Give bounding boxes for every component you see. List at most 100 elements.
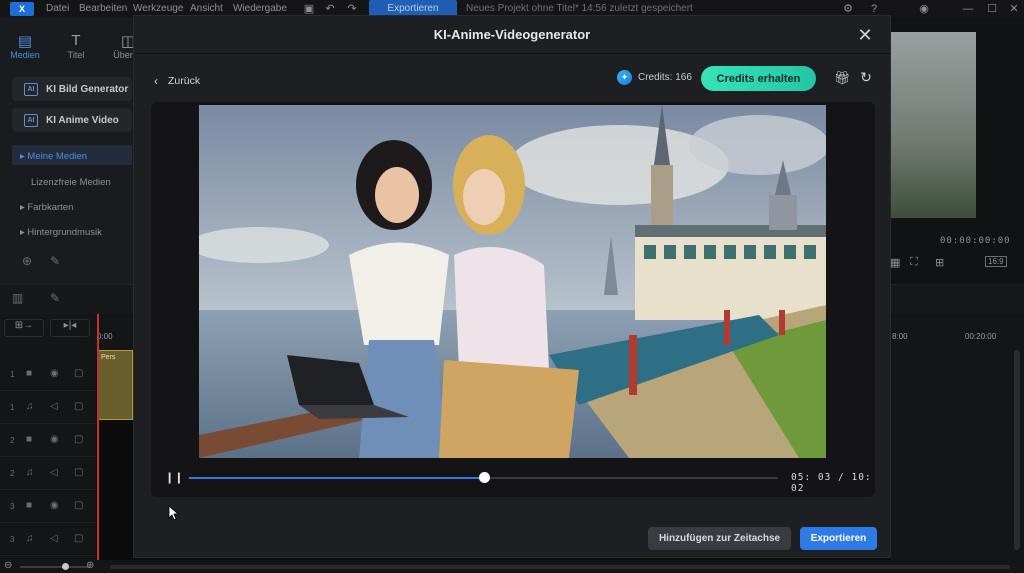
volume-icon[interactable]: ◁ <box>50 533 58 544</box>
split-icon[interactable]: ▥ <box>12 291 23 305</box>
window-close-icon[interactable]: ✕ <box>1008 3 1020 15</box>
title-icon[interactable]: T <box>65 32 87 50</box>
crop-icon[interactable]: ▦ <box>890 256 900 269</box>
get-credits-button[interactable]: Credits erhalten <box>701 66 816 91</box>
lock-icon[interactable]: ▢ <box>74 467 83 478</box>
track-number: 3 <box>10 502 15 511</box>
anime-scene-illustration <box>199 105 826 458</box>
menu-bearbeiten[interactable]: Bearbeiten <box>79 3 127 14</box>
help-icon[interactable]: ? <box>868 3 880 15</box>
background-music-label: Hintergrundmusik <box>27 227 102 238</box>
aspect-ratio-badge[interactable]: 16:9 <box>985 256 1007 267</box>
pause-icon[interactable]: ❙❙ <box>165 472 183 484</box>
media-item-my-media[interactable]: ▸ Meine Medien <box>20 151 87 162</box>
back-button[interactable]: ‹ Zurück <box>154 74 200 88</box>
ai-anime-video-label: KI Anime Video <box>46 114 119 126</box>
video-player: ❙❙ 05: 03 / 10: 02 <box>151 102 875 497</box>
audio-icon: ♫ <box>26 467 34 478</box>
ai-anime-video-button[interactable]: AI KI Anime Video <box>12 108 132 132</box>
volume-icon[interactable]: ◁ <box>50 467 58 478</box>
eye-icon[interactable]: ◉ <box>50 500 59 511</box>
eye-icon[interactable]: ◉ <box>50 434 59 445</box>
clip-label: Pers <box>101 354 116 361</box>
progress-fill <box>189 477 484 479</box>
timeline-clip[interactable]: Pers <box>97 350 133 420</box>
add-to-timeline-button[interactable]: Hinzufügen zur Zeitachse <box>648 527 791 550</box>
chevron-left-icon: ‹ <box>154 74 158 88</box>
menu-datei[interactable]: Datei <box>46 3 69 14</box>
timeline-tracks-right <box>891 350 1024 560</box>
project-name: Neues Projekt ohne Titel* <box>466 3 579 14</box>
menu-werkzeuge[interactable]: Werkzeuge <box>133 3 183 14</box>
anime-video-frame[interactable] <box>199 105 826 458</box>
mouse-cursor-icon <box>168 505 180 521</box>
close-icon[interactable]: ✕ <box>856 26 874 44</box>
gift-icon[interactable]: 🎁︎ <box>834 71 851 85</box>
lock-icon[interactable]: ▢ <box>74 434 83 445</box>
zoom-slider[interactable] <box>20 566 90 568</box>
media-item-royalty-free[interactable]: Lizenzfreie Medien <box>31 177 111 188</box>
credits-count: Credits: 166 <box>638 72 692 83</box>
maximize-icon[interactable]: ☐ <box>986 3 998 15</box>
video-icon: ■ <box>26 500 33 511</box>
eye-icon[interactable]: ◉ <box>50 368 59 379</box>
refresh-icon[interactable]: ↻ <box>859 70 873 84</box>
track-number: 1 <box>10 403 15 412</box>
progress-knob[interactable] <box>478 472 490 483</box>
video-icon: ■ <box>26 434 33 445</box>
lock-icon[interactable]: ▢ <box>74 500 83 511</box>
account-icon[interactable]: ◉ <box>918 3 930 15</box>
media-item-color-cards[interactable]: ▸ Farbkarten <box>20 202 73 213</box>
edit-icon[interactable]: ✎ <box>50 254 60 268</box>
timeline-start-time: 0:00 <box>97 332 113 341</box>
save-status: 14:56 zuletzt gespeichert <box>581 3 693 14</box>
media-item-background-music[interactable]: ▸ Hintergrundmusik <box>20 227 102 238</box>
ai-image-generator-label: KI Bild Generator <box>46 83 129 95</box>
lock-icon[interactable]: ▢ <box>74 533 83 544</box>
preview-timecode: 00:00:00:00 <box>940 236 1011 246</box>
snapshot-icon[interactable]: ⛶ <box>910 256 918 269</box>
audio-icon: ♫ <box>26 533 34 544</box>
media-icon[interactable]: ▤ <box>14 32 36 50</box>
undo-icon[interactable]: ↶ <box>324 3 336 15</box>
horizontal-scrollbar[interactable] <box>110 565 1010 569</box>
settings-icon[interactable]: ⚙ <box>842 3 854 15</box>
tab-media[interactable]: Medien <box>8 50 42 60</box>
app-logo: X <box>10 2 34 16</box>
credits-icon: ✦ <box>617 70 632 85</box>
timeline-tick: 00:20:00 <box>965 332 997 341</box>
volume-icon[interactable]: ◁ <box>50 401 58 412</box>
preview-thumbnail <box>891 32 976 218</box>
save-icon[interactable]: ▣ <box>303 3 315 15</box>
add-track-button[interactable]: ⊞→ <box>4 319 44 337</box>
menu-ansicht[interactable]: Ansicht <box>190 3 223 14</box>
fit-timeline-button[interactable]: ▸|◂ <box>50 319 90 337</box>
redo-icon[interactable]: ↷ <box>346 3 358 15</box>
track-number: 3 <box>10 535 15 544</box>
zoom-out-icon[interactable]: ⊖ <box>4 560 12 571</box>
track-row: 3 ♫ ◁ ▢ <box>0 523 96 556</box>
anime-video-generator-dialog: KI-Anime-Videogenerator ✕ ‹ Zurück ✦ Cre… <box>133 15 891 558</box>
lock-icon[interactable]: ▢ <box>74 401 83 412</box>
zoom-slider-knob[interactable] <box>62 563 69 570</box>
credits-display: ✦ Credits: 166 <box>617 70 692 85</box>
pen-icon[interactable]: ✎ <box>50 291 60 305</box>
track-row: 2 ♫ ◁ ▢ <box>0 457 96 490</box>
timeline-scrollbar[interactable] <box>1014 350 1020 550</box>
add-icon[interactable]: ⊕ <box>22 254 32 268</box>
timeline-tick: 8:00 <box>892 332 908 341</box>
ai-image-generator-button[interactable]: AI KI Bild Generator <box>12 77 132 101</box>
tab-title[interactable]: Titel <box>60 50 92 60</box>
track-row: 3 ■ ◉ ▢ <box>0 490 96 523</box>
audio-icon: ♫ <box>26 401 34 412</box>
export-button[interactable]: Exportieren <box>800 527 877 550</box>
lock-icon[interactable]: ▢ <box>74 368 83 379</box>
playhead[interactable] <box>97 314 99 560</box>
minimize-icon[interactable]: — <box>962 3 974 15</box>
menu-wiedergabe[interactable]: Wiedergabe <box>233 3 287 14</box>
back-label: Zurück <box>168 75 201 87</box>
zoom-in-icon[interactable]: ⊕ <box>86 560 94 571</box>
ai-icon: AI <box>24 113 38 127</box>
track-row: 1 ♫ ◁ ▢ <box>0 391 96 424</box>
layout-icon[interactable]: ⊞ <box>935 256 944 269</box>
